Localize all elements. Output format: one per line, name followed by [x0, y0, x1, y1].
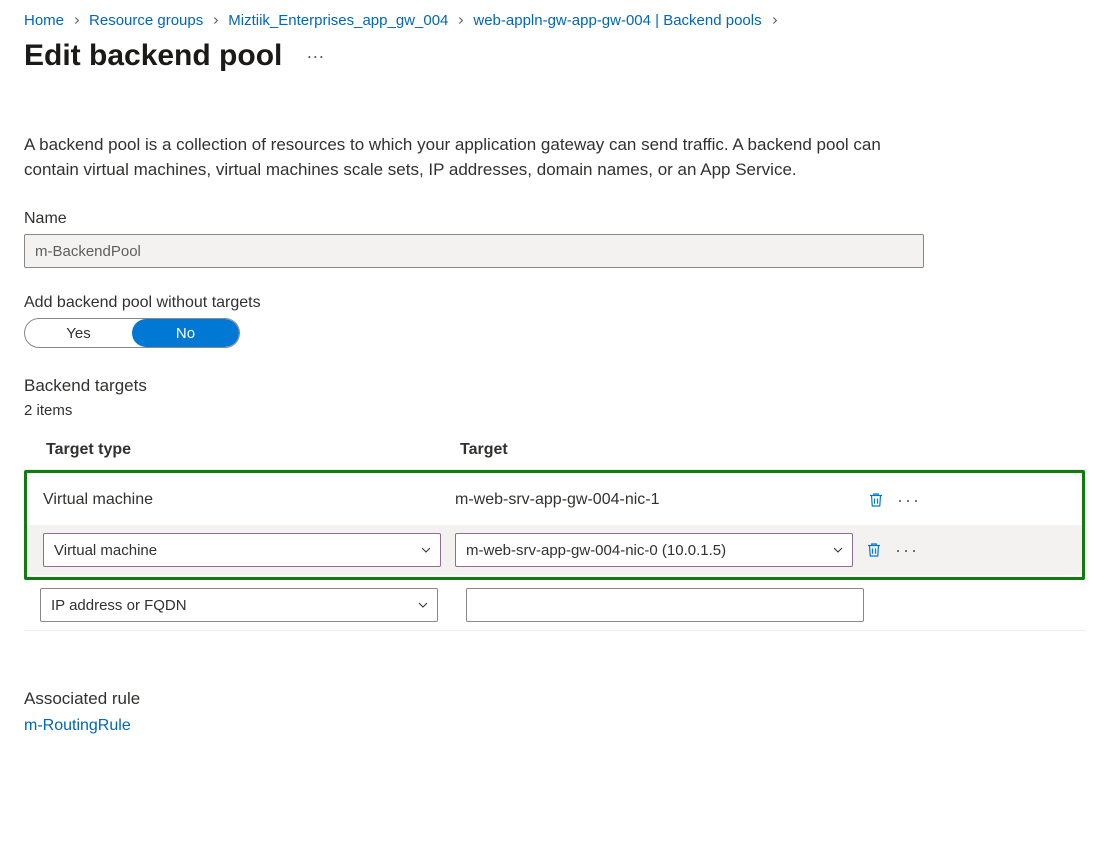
dropdown-value: m-web-srv-app-gw-004-nic-0 (10.0.1.5)	[466, 542, 726, 559]
page-title: Edit backend pool	[24, 39, 282, 73]
col-target-type: Target type	[46, 441, 460, 459]
name-label: Name	[24, 210, 1085, 228]
toggle-no[interactable]: No	[132, 319, 239, 347]
chevron-right-icon	[72, 16, 81, 25]
without-targets-label: Add backend pool without targets	[24, 294, 1085, 312]
more-actions-button[interactable]: ···	[306, 46, 324, 67]
name-input	[24, 234, 924, 268]
new-target-type-dropdown[interactable]: IP address or FQDN	[40, 588, 438, 622]
chevron-down-icon	[832, 544, 844, 556]
associated-rule-link[interactable]: m-RoutingRule	[24, 717, 131, 734]
chevron-down-icon	[420, 544, 432, 556]
new-target-row: IP address or FQDN	[24, 580, 1085, 631]
dropdown-value: IP address or FQDN	[51, 597, 187, 614]
target-row: Virtual machine m-web-srv-app-gw-004-nic…	[27, 475, 1082, 525]
chevron-right-icon	[456, 16, 465, 25]
bc-home[interactable]: Home	[24, 12, 64, 29]
target-type-dropdown[interactable]: Virtual machine	[43, 533, 441, 567]
associated-rule-label: Associated rule	[24, 689, 1085, 709]
delete-icon[interactable]	[867, 491, 885, 509]
page-description: A backend pool is a collection of resour…	[24, 133, 934, 182]
breadcrumb: Home Resource groups Miztiik_Enterprises…	[24, 12, 1085, 29]
without-targets-toggle[interactable]: Yes No	[24, 318, 240, 348]
title-row: Edit backend pool ···	[24, 39, 1085, 73]
row-more-button[interactable]: ···	[895, 540, 919, 561]
chevron-right-icon	[770, 16, 779, 25]
backend-targets-heading: Backend targets	[24, 376, 1085, 396]
chevron-down-icon	[417, 599, 429, 611]
target-cell: m-web-srv-app-gw-004-nic-1	[455, 491, 855, 509]
dropdown-value: Virtual machine	[54, 542, 157, 559]
row-more-button[interactable]: ···	[897, 490, 921, 511]
target-dropdown[interactable]: m-web-srv-app-gw-004-nic-0 (10.0.1.5)	[455, 533, 853, 567]
toggle-yes[interactable]: Yes	[25, 319, 132, 347]
target-type-cell: Virtual machine	[43, 491, 455, 509]
associated-rule-section: Associated rule m-RoutingRule	[24, 689, 1085, 735]
delete-icon[interactable]	[865, 541, 883, 559]
bc-rg-name[interactable]: Miztiik_Enterprises_app_gw_004	[228, 12, 448, 29]
bc-resource-groups[interactable]: Resource groups	[89, 12, 203, 29]
new-target-input[interactable]	[466, 588, 864, 622]
targets-count: 2 items	[24, 402, 1085, 419]
chevron-right-icon	[211, 16, 220, 25]
targets-table-header: Target type Target	[24, 431, 1085, 470]
highlighted-rows: Virtual machine m-web-srv-app-gw-004-nic…	[24, 470, 1085, 580]
col-target: Target	[460, 441, 860, 459]
bc-gateway[interactable]: web-appln-gw-app-gw-004 | Backend pools	[473, 12, 761, 29]
target-row-editing: Virtual machine m-web-srv-app-gw-004-nic…	[27, 525, 1082, 575]
